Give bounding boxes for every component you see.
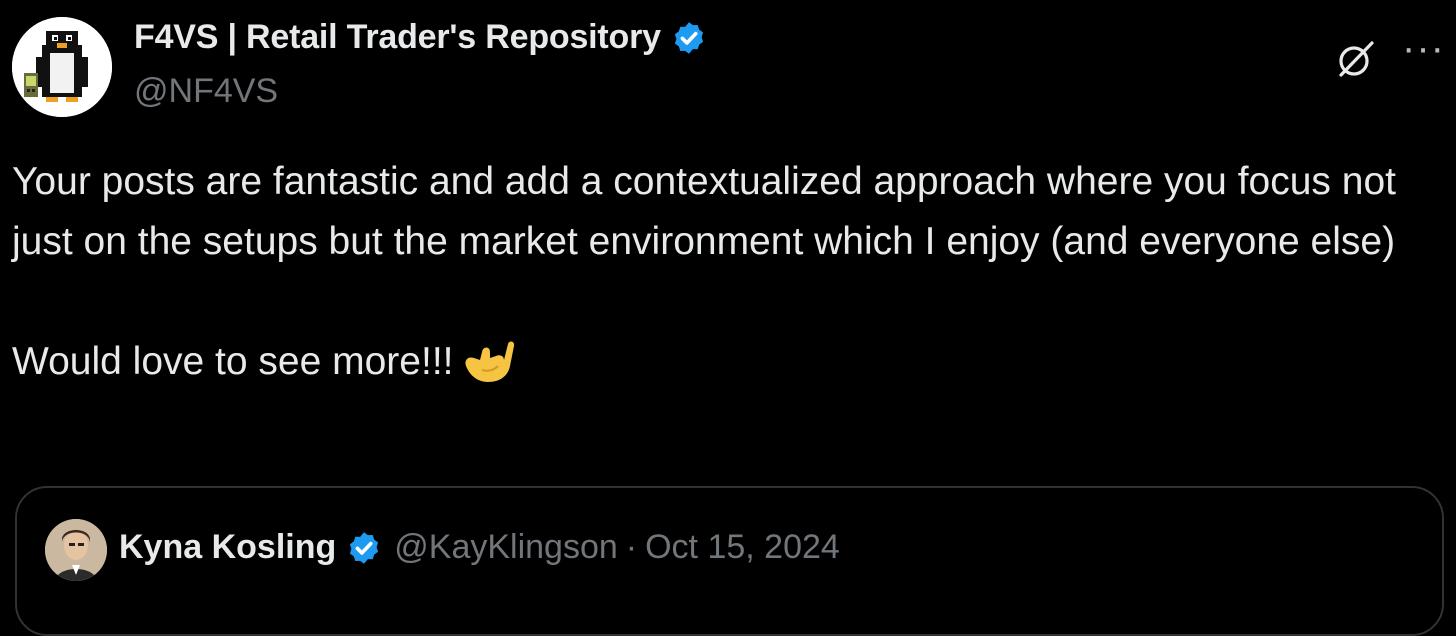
quoted-separator: · (625, 528, 638, 566)
grok-slash-icon[interactable] (1334, 37, 1378, 86)
quoted-display-name[interactable]: Kyna Kosling (119, 528, 336, 567)
tweet-paragraph-1: Your posts are fantastic and add a conte… (12, 160, 1396, 263)
tweet-paragraph-2: Would love to see more!!! (12, 332, 1432, 402)
quoted-date[interactable]: Oct 15, 2024 (645, 528, 840, 567)
quoted-author-avatar[interactable] (45, 519, 107, 581)
more-options-icon[interactable]: ··· (1402, 28, 1445, 68)
tweet-text: Your posts are fantastic and add a conte… (12, 152, 1432, 402)
pixel-penguin-avatar-icon (12, 17, 112, 117)
quoted-author-row: Kyna Kosling @KayKlingson · Oct 15, 2024 (119, 528, 840, 567)
author-handle[interactable]: @NF4VS (134, 72, 278, 111)
quoted-handle[interactable]: @KayKlingson (394, 528, 618, 567)
tweet-paragraph-2-text: Would love to see more!!! (12, 340, 454, 383)
call-me-hand-emoji-icon (460, 336, 516, 402)
author-name-row: F4VS | Retail Trader's Repository (134, 18, 707, 57)
verified-badge-icon[interactable] (671, 20, 707, 56)
quoted-verified-badge-icon[interactable] (346, 530, 382, 566)
quoted-tweet-card[interactable]: Kyna Kosling @KayKlingson · Oct 15, 2024 (15, 486, 1444, 636)
person-photo-icon (45, 519, 107, 581)
author-display-name[interactable]: F4VS | Retail Trader's Repository (134, 18, 661, 57)
author-avatar[interactable] (12, 17, 112, 117)
